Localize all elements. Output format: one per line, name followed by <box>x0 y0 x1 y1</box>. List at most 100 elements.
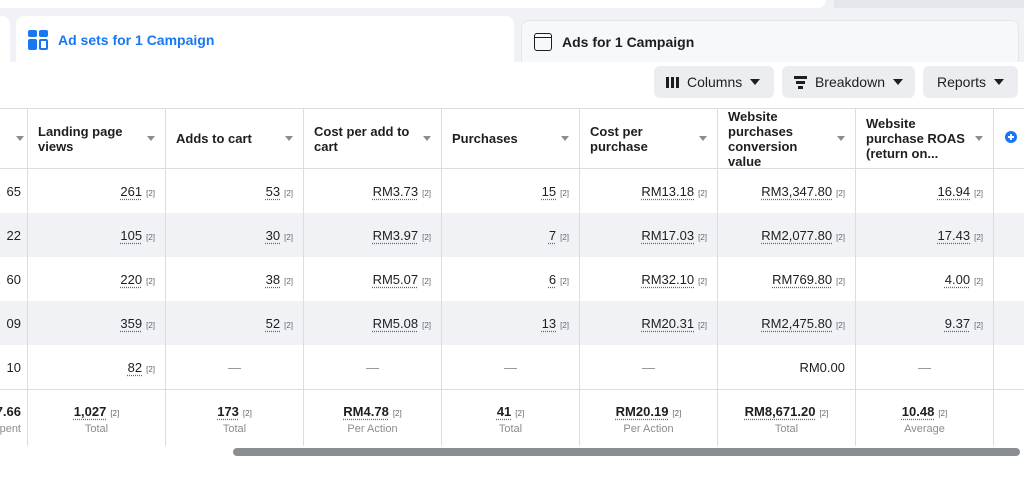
table-cell-adds-to-cart: — <box>166 345 304 389</box>
partial-cell-value: 60 <box>6 271 21 287</box>
horizontal-scrollbar-thumb[interactable] <box>233 448 1020 456</box>
cell-value[interactable]: 220 <box>120 272 142 287</box>
cell-value[interactable]: 359 <box>120 316 142 331</box>
table-row: 09 359 [2] 52 [2] RM5.08 [2] 13 [2] RM20.31 [2] RM2… <box>0 301 1024 345</box>
cell-value[interactable]: 10.48 <box>902 404 935 419</box>
total-caption: Total <box>774 422 799 435</box>
cell-value[interactable]: RM3,347.80 <box>761 184 832 199</box>
table-cell-adds-to-cart: 30 [2] <box>166 213 304 257</box>
cell-value[interactable]: 173 <box>217 404 239 419</box>
cell-value[interactable]: RM5.07 <box>373 272 419 287</box>
reports-button[interactable]: Reports <box>923 66 1018 98</box>
column-header-label: Cost per purchase <box>590 123 648 154</box>
column-header-landing-page-views[interactable]: Landing page views <box>28 109 166 169</box>
cell-value[interactable]: RM769.80 <box>772 272 832 287</box>
table-cell-landing-page-views: 220 [2] <box>28 257 166 301</box>
ref-marker: [2] <box>698 232 707 242</box>
ref-marker: [2] <box>560 276 569 286</box>
column-header-label: Adds to cart <box>176 131 252 146</box>
total-caption: Per Action <box>623 422 674 435</box>
cell-value[interactable]: 4.00 <box>945 272 970 287</box>
ref-marker: [2] <box>422 232 431 242</box>
cell-value[interactable]: RM17.03 <box>641 228 694 243</box>
empty-value: — <box>504 359 517 375</box>
cell-value[interactable]: 15 <box>542 184 556 199</box>
column-header-website-purchase-roas[interactable]: Website purchase ROAS (return on... <box>856 109 994 169</box>
cell-value[interactable]: 105 <box>120 228 142 243</box>
tab-adsets[interactable]: Ad sets for 1 Campaign <box>16 16 514 62</box>
ref-marker: [2] <box>560 320 569 330</box>
sort-caret-icon <box>699 136 707 141</box>
cell-value[interactable]: RM32.10 <box>641 272 694 287</box>
table-cell-website-purchases-conversion-value: RM2,077.80 [2] <box>718 213 856 257</box>
cell-value[interactable]: RM2,077.80 <box>761 228 832 243</box>
tab-campaigns-stub[interactable] <box>0 16 10 62</box>
tab-ads-label: Ads for 1 Campaign <box>562 33 695 50</box>
cell-value[interactable]: RM3.97 <box>373 228 419 243</box>
cell-value[interactable]: 6 <box>549 272 556 287</box>
table-cell-website-purchases-conversion-value: RM2,475.80 [2] <box>718 301 856 345</box>
column-header-adds-to-cart[interactable]: Adds to cart <box>166 109 304 169</box>
ref-marker: [2] <box>560 232 569 242</box>
ref-marker: [2] <box>110 408 120 418</box>
cell-value[interactable]: 38 <box>266 272 280 287</box>
cell-value[interactable]: 7 <box>549 228 556 243</box>
partial-cell: 65 <box>0 169 28 213</box>
column-header-cost-per-purchase[interactable]: Cost per purchase <box>580 109 718 169</box>
column-header-cost-per-add-to-cart[interactable]: Cost per add to cart <box>304 109 442 169</box>
breakdown-button[interactable]: Breakdown <box>782 66 915 98</box>
cell-value[interactable]: 13 <box>542 316 556 331</box>
cell-value[interactable]: RM2,475.80 <box>761 316 832 331</box>
table-toolbar: Columns Breakdown Reports <box>0 62 1024 108</box>
add-column-icon[interactable] <box>1005 131 1017 143</box>
cell-value[interactable]: 9.37 <box>945 316 970 331</box>
tab-adsets-label: Ad sets for 1 Campaign <box>58 32 215 48</box>
columns-button[interactable]: Columns <box>654 66 774 98</box>
table-cell-cost-per-purchase: — <box>580 345 718 389</box>
sort-caret-icon <box>285 136 293 141</box>
table-cell-purchases: 13 [2] <box>442 301 580 345</box>
cell-value: RM0.00 <box>799 359 845 375</box>
table-row: 10 82 [2] — — — — RM0.00 — <box>0 345 1024 389</box>
cell-value[interactable]: RM20.19 <box>616 404 669 419</box>
cell-value[interactable]: 17.43 <box>938 228 971 243</box>
cell-value[interactable]: RM4.78 <box>343 404 389 419</box>
cell-value[interactable]: 30 <box>266 228 280 243</box>
cell-value[interactable]: RM8,671.20 <box>745 404 816 419</box>
cell-value[interactable]: RM5.08 <box>373 316 419 331</box>
cell-value[interactable]: 82 <box>128 360 142 375</box>
ref-marker: [2] <box>422 276 431 286</box>
cell-value[interactable]: 53 <box>266 184 280 199</box>
table-cell-adds-to-cart: 38 [2] <box>166 257 304 301</box>
table-cell-website-purchase-roas: 4.00 [2] <box>856 257 994 301</box>
total-cell-cost-per-purchase: RM20.19 [2] Per Action <box>580 390 718 448</box>
breakdown-icon <box>794 76 807 89</box>
ref-marker: [2] <box>284 320 293 330</box>
ref-marker: [2] <box>698 320 707 330</box>
top-edge-right <box>834 0 1024 8</box>
partial-cell: 10 <box>0 345 28 389</box>
column-header-label: Website purchases conversion value <box>728 108 798 169</box>
cell-value[interactable]: 261 <box>120 184 142 199</box>
adsets-grid-icon <box>28 30 48 50</box>
caret-down-icon <box>994 79 1005 85</box>
table-cell-landing-page-views: 82 [2] <box>28 345 166 389</box>
cell-value[interactable]: 52 <box>266 316 280 331</box>
table-cell-cost-per-add-to-cart: RM3.97 [2] <box>304 213 442 257</box>
cell-value[interactable]: RM13.18 <box>641 184 694 199</box>
column-header-purchases[interactable]: Purchases <box>442 109 580 169</box>
tab-ads[interactable]: Ads for 1 Campaign <box>521 20 1019 62</box>
cell-value[interactable]: 1,027 <box>74 404 107 419</box>
ref-marker: [2] <box>836 320 845 330</box>
cell-value[interactable]: RM3.73 <box>373 184 419 199</box>
table-cell-cost-per-purchase: RM32.10 [2] <box>580 257 718 301</box>
table-cell-cost-per-purchase: RM20.31 [2] <box>580 301 718 345</box>
sort-caret-icon <box>423 136 431 141</box>
column-header-partial[interactable] <box>0 109 28 169</box>
cell-value[interactable]: 16.94 <box>938 184 971 199</box>
cell-value[interactable]: RM20.31 <box>641 316 694 331</box>
cell-value[interactable]: 41 <box>497 404 511 419</box>
total-cell-landing-page-views: 1,027 [2] Total <box>28 390 166 448</box>
column-header-website-purchases-conversion-value[interactable]: Website purchases conversion value <box>718 109 856 169</box>
total-cell-website-purchases-conversion-value: RM8,671.20 [2] Total <box>718 390 856 448</box>
